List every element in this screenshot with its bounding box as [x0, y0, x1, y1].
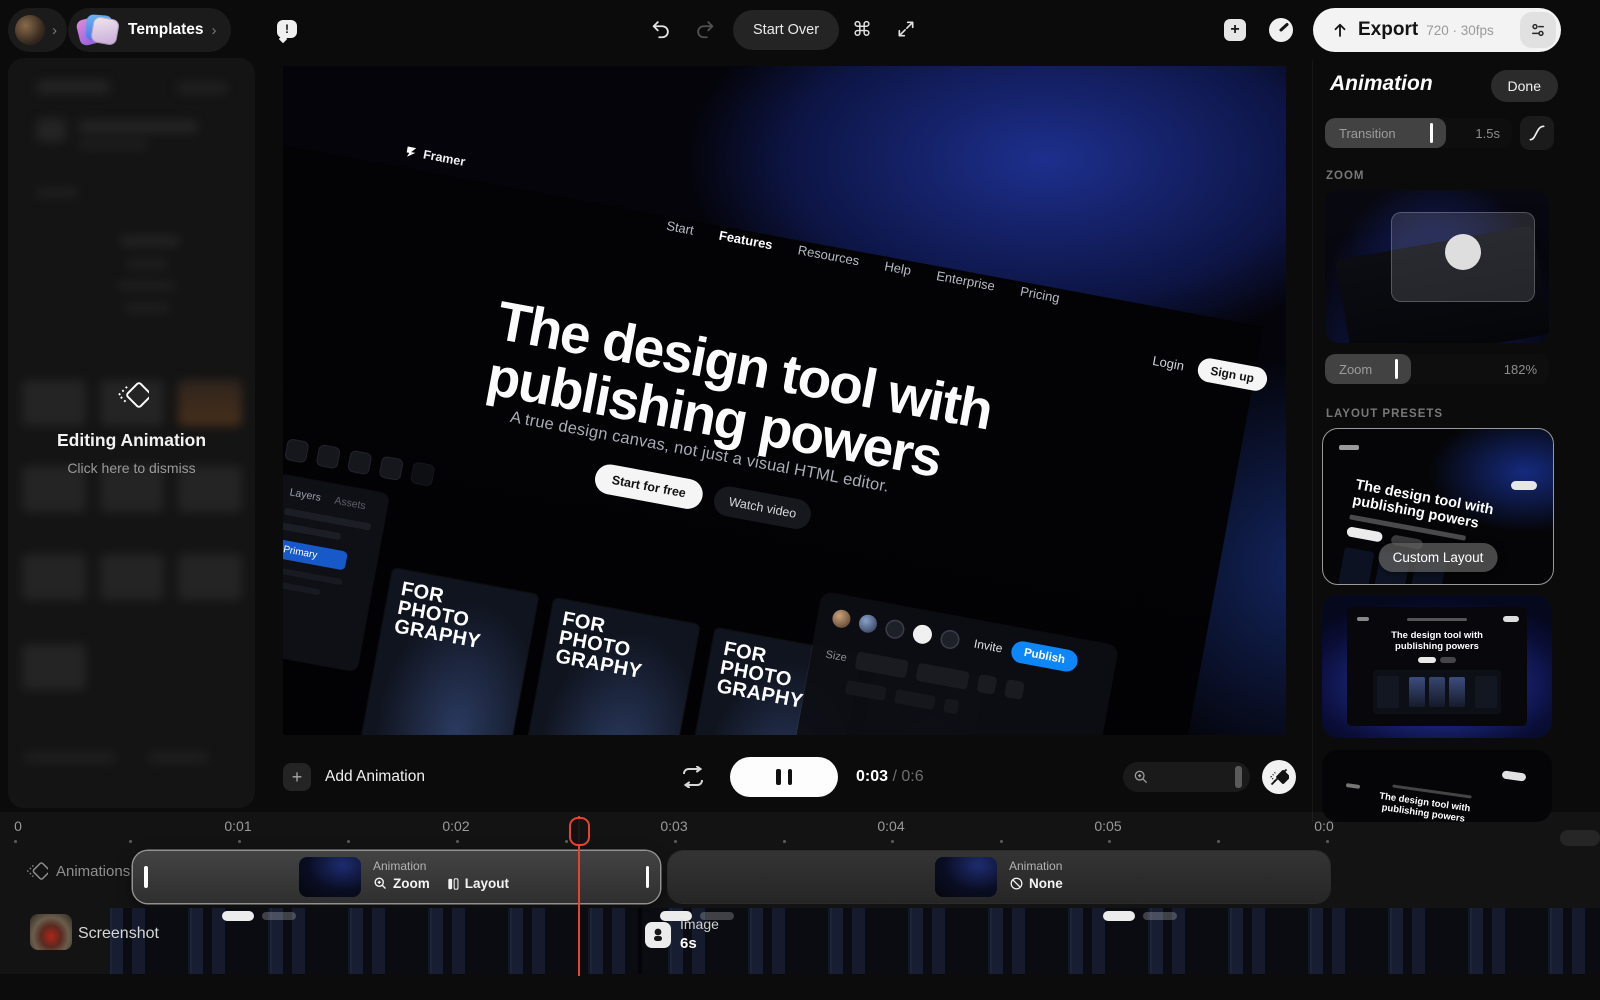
transition-slider-handle[interactable]	[1430, 123, 1433, 143]
clip-title: Animation	[373, 859, 426, 873]
ruler-tick: 0:02	[442, 818, 469, 834]
feedback-icon[interactable]: !	[277, 20, 297, 42]
video-preview-canvas[interactable]: Framer Start Features Resources Help Ent…	[283, 66, 1286, 735]
animation-sidebar: Animation Done Transition 1.5s ZOOM Zoom…	[1312, 60, 1600, 822]
ruler-tick: 0:03	[660, 818, 687, 834]
pause-button[interactable]	[730, 757, 838, 797]
clip-thumbnail	[299, 857, 361, 897]
none-badge-icon	[1009, 876, 1024, 891]
screenshot-thumbnail	[30, 914, 72, 950]
layout-badge-icon	[446, 877, 460, 891]
animations-track-label: Animations	[26, 860, 130, 882]
zoom-section-label: ZOOM	[1326, 170, 1365, 182]
timeline-zoom-slider[interactable]	[1123, 762, 1250, 792]
editing-animation-icon	[8, 378, 255, 412]
size-label: Size	[825, 649, 848, 665]
zoom-preview[interactable]	[1325, 190, 1549, 343]
loop-icon[interactable]	[678, 763, 708, 791]
time-display: 0:03 / 0:6	[856, 768, 924, 786]
top-bar: › Templates › ! Start Over ⌘	[0, 0, 1600, 60]
watermark-toggle[interactable]	[1262, 760, 1296, 794]
clip-thumbnail	[935, 857, 997, 897]
login-link[interactable]: Login	[1151, 352, 1185, 373]
start-over-button[interactable]: Start Over	[733, 10, 839, 50]
panel-title: Animation	[1330, 72, 1433, 96]
export-settings-icon[interactable]	[1520, 12, 1556, 48]
plus-icon: +	[292, 767, 303, 788]
app: 0 0:01 0:02 0:03 0:04 0:05 0:0 Animation…	[0, 0, 1600, 1000]
play-icon[interactable]	[911, 623, 933, 645]
avatar	[831, 608, 852, 629]
editing-animation-title: Editing Animation	[8, 430, 255, 451]
zoom-region-handle[interactable]	[1445, 234, 1481, 270]
filmstrip-marker	[222, 911, 254, 921]
custom-layout-badge: Custom Layout	[1379, 543, 1498, 572]
export-button[interactable]: Export 720 · 30fps	[1313, 8, 1561, 52]
transition-slider[interactable]: Transition 1.5s	[1325, 118, 1512, 148]
avatar	[857, 613, 878, 634]
invite-button[interactable]: Invite	[973, 637, 1004, 656]
ruler-tick: 0:05	[1094, 818, 1121, 834]
zoom-slider-handle[interactable]	[1235, 766, 1242, 788]
layout-preset-centered[interactable]: The design tool with publishing powers	[1322, 595, 1552, 738]
assets-tab[interactable]: Assets	[334, 495, 367, 513]
ruler-tick: 0:01	[224, 818, 251, 834]
image-clip-duration: 6s	[680, 935, 697, 952]
avatar	[15, 15, 45, 45]
clip-left-handle[interactable]	[144, 866, 148, 888]
upload-arrow-icon	[1331, 21, 1349, 39]
layout-preset-tilted[interactable]: The design tool with publishing powers	[1322, 750, 1552, 822]
clip-badge-layout: Layout	[465, 876, 509, 891]
playhead-handle[interactable]	[569, 817, 590, 846]
layers-tab[interactable]: Layers	[289, 486, 322, 504]
templates-sidebar-dimmed[interactable]: Editing Animation Click here to dismiss	[8, 58, 255, 808]
image-clip-icon	[645, 922, 671, 948]
screenshot-filmstrip[interactable]: Image 6s	[110, 908, 1600, 974]
dismiss-hint[interactable]: Click here to dismiss	[8, 460, 255, 476]
zoom-badge-icon	[373, 876, 388, 891]
breadcrumb-templates[interactable]: Templates ›	[68, 8, 231, 52]
chevron-right-icon: ›	[212, 22, 217, 39]
framer-logo: Framer	[403, 144, 466, 169]
clip-title: Animation	[1009, 859, 1062, 873]
animations-diamond-icon	[26, 860, 48, 882]
magnifier-plus-icon	[1133, 769, 1149, 785]
chart-icon[interactable]	[939, 628, 961, 650]
framer-sail-icon	[403, 144, 418, 160]
image-clip-label: Image	[680, 916, 719, 932]
add-animation-label: Add Animation	[325, 768, 425, 786]
animation-clip-zoom-layout[interactable]: Animation Zoom Layout	[133, 851, 660, 903]
zoom-slider[interactable]: Zoom 182%	[1325, 354, 1549, 384]
timer-icon[interactable]	[1268, 17, 1294, 43]
command-key-icon[interactable]: ⌘	[852, 17, 872, 42]
ruler-tick: 0:04	[877, 818, 904, 834]
clip-badge-zoom: Zoom	[393, 876, 430, 891]
easing-curve-button[interactable]	[1520, 116, 1554, 150]
layer-item-primary[interactable]: Primary	[283, 539, 348, 571]
done-button[interactable]: Done	[1491, 70, 1558, 102]
account-menu[interactable]: ›	[8, 8, 67, 52]
layout-preset-custom[interactable]: The design tool with publishing powers C…	[1322, 428, 1554, 585]
clip-right-handle[interactable]	[646, 866, 650, 888]
globe-icon[interactable]	[884, 618, 906, 640]
animation-clip-none[interactable]: Animation None	[668, 851, 1330, 903]
fullscreen-icon[interactable]	[896, 19, 916, 39]
filmstrip-marker	[1103, 911, 1135, 921]
add-icon[interactable]: +	[1224, 19, 1246, 41]
redo-icon[interactable]	[694, 18, 716, 40]
timeline: 0 0:01 0:02 0:03 0:04 0:05 0:0 Animation…	[0, 812, 1600, 1000]
chevron-right-icon: ›	[52, 22, 57, 39]
clip-badge-none: None	[1029, 876, 1063, 891]
timeline-scroll-nub[interactable]	[1560, 830, 1600, 846]
ruler-tick: 0	[14, 818, 22, 834]
undo-icon[interactable]	[650, 18, 672, 40]
screenshot-track-label: Screenshot	[78, 925, 159, 943]
add-animation-button[interactable]: +	[283, 763, 311, 791]
zoom-slider-handle[interactable]	[1395, 359, 1398, 379]
templates-project-icon	[76, 12, 120, 48]
layout-presets-label: LAYOUT PRESETS	[1326, 408, 1443, 420]
